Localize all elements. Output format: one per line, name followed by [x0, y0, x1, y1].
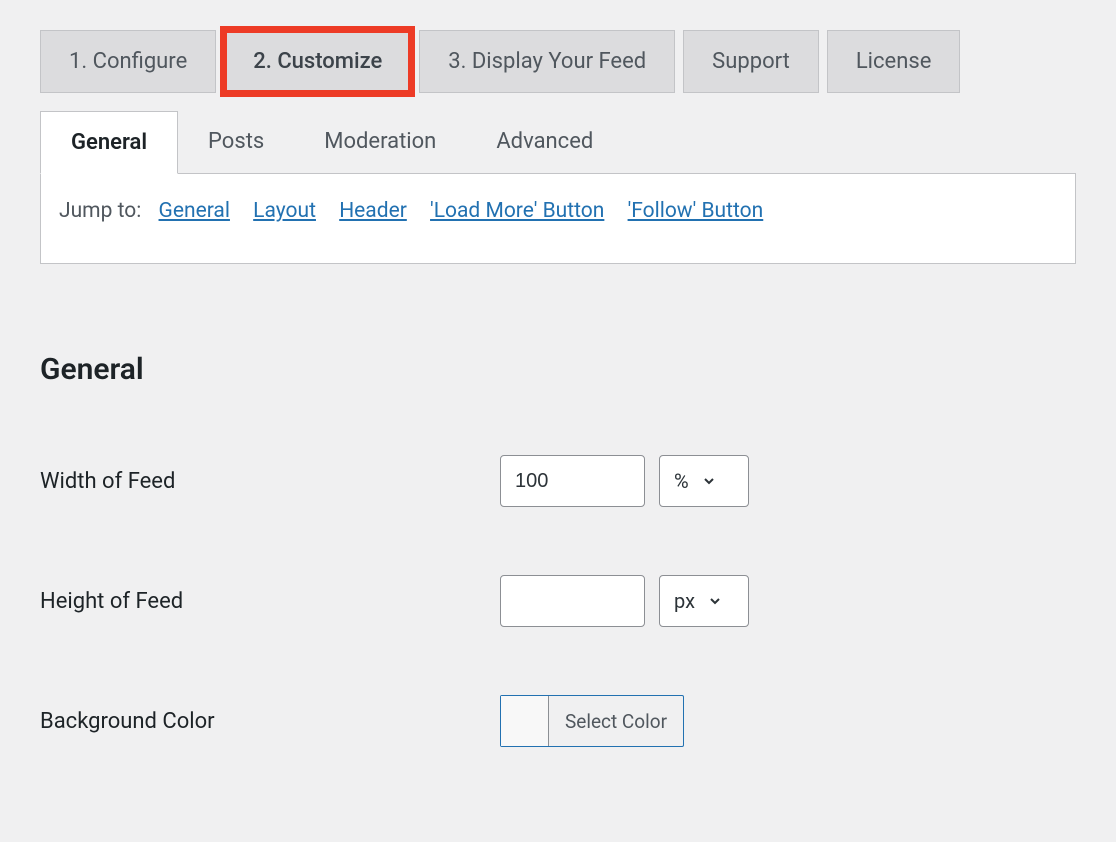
color-picker-label: Select Color — [549, 696, 683, 746]
controls-width: % — [500, 455, 749, 507]
section-general-heading: General — [40, 352, 1076, 387]
subtab-advanced[interactable]: Advanced — [466, 111, 623, 173]
subtab-general[interactable]: General — [40, 111, 178, 174]
select-width-unit[interactable]: % — [659, 455, 749, 507]
jump-link-load-more[interactable]: 'Load More' Button — [430, 199, 604, 223]
chevron-down-icon — [707, 593, 723, 609]
label-bgcolor: Background Color — [40, 709, 500, 734]
jump-link-layout[interactable]: Layout — [253, 199, 316, 223]
row-bgcolor: Background Color Select Color — [40, 695, 1076, 747]
jump-to-panel: Jump to: General Layout Header 'Load Mor… — [40, 174, 1076, 264]
row-height: Height of Feed px — [40, 575, 1076, 627]
row-width: Width of Feed % — [40, 455, 1076, 507]
subtab-posts[interactable]: Posts — [178, 111, 294, 173]
jump-link-header[interactable]: Header — [339, 199, 407, 223]
input-width[interactable] — [500, 455, 645, 507]
jump-link-general[interactable]: General — [159, 199, 230, 223]
subtab-moderation[interactable]: Moderation — [294, 111, 466, 173]
tab-configure[interactable]: 1. Configure — [40, 30, 216, 93]
label-width: Width of Feed — [40, 469, 500, 494]
jump-to-label: Jump to: — [59, 199, 141, 223]
controls-bgcolor: Select Color — [500, 695, 684, 747]
select-height-unit[interactable]: px — [659, 575, 749, 627]
jump-link-follow[interactable]: 'Follow' Button — [628, 199, 764, 223]
tab-support[interactable]: Support — [683, 30, 819, 93]
sub-tabs-row: General Posts Moderation Advanced — [40, 111, 1076, 174]
tab-display-feed[interactable]: 3. Display Your Feed — [419, 30, 675, 93]
select-width-unit-value: % — [674, 469, 689, 493]
tab-customize[interactable]: 2. Customize — [224, 30, 411, 93]
color-swatch-icon — [501, 696, 549, 746]
label-height: Height of Feed — [40, 589, 500, 614]
main-tabs-row: 1. Configure 2. Customize 3. Display You… — [40, 30, 1076, 93]
controls-height: px — [500, 575, 749, 627]
color-picker-button[interactable]: Select Color — [500, 695, 684, 747]
tab-license[interactable]: License — [827, 30, 961, 93]
input-height[interactable] — [500, 575, 645, 627]
select-height-unit-value: px — [674, 589, 695, 613]
chevron-down-icon — [701, 473, 717, 489]
